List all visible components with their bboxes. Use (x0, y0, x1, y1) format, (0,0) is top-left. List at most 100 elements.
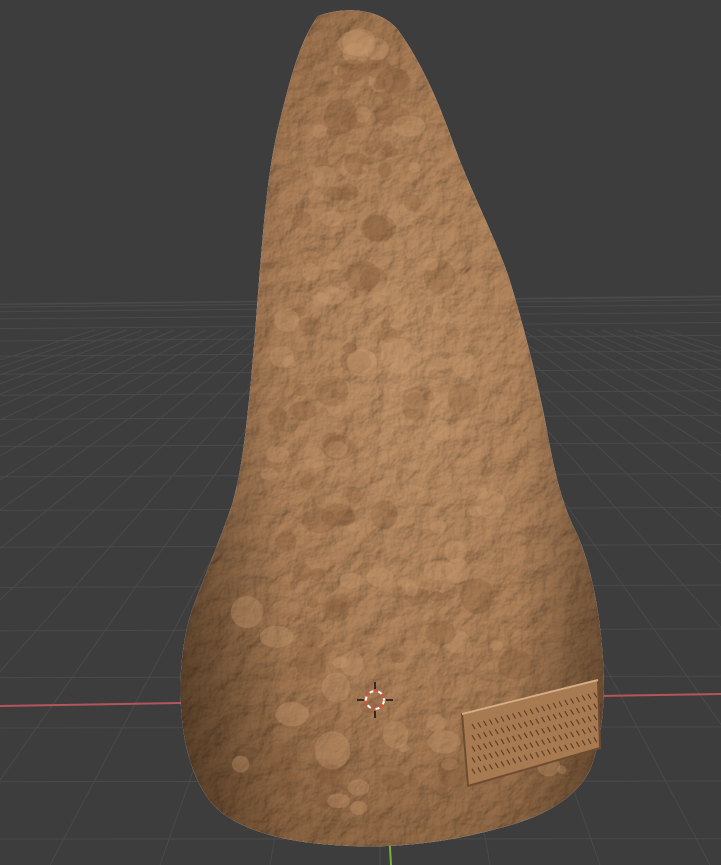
surface-bump (275, 702, 309, 727)
surface-bump (326, 261, 341, 271)
surface-bump (380, 146, 399, 158)
surface-bump (363, 147, 375, 155)
surface-bump (312, 124, 327, 139)
surface-bump (370, 500, 398, 530)
surface-bump (299, 626, 325, 648)
surface-bump (415, 449, 426, 456)
surface-bump (320, 503, 355, 528)
surface-bump (300, 474, 316, 490)
surface-bump (446, 328, 461, 338)
surface-bump (408, 162, 421, 173)
surface-bump (345, 260, 381, 292)
surface-bump (405, 251, 415, 259)
surface-bump (314, 83, 330, 98)
surface-bump (295, 645, 327, 678)
surface-bump (452, 352, 477, 378)
surface-bump (435, 787, 447, 796)
surface-bump (403, 193, 421, 212)
grid-line (0, 329, 206, 437)
grid-line (0, 329, 191, 421)
grid-line (0, 329, 175, 407)
grid-line (0, 329, 111, 368)
surface-bump (342, 342, 358, 354)
surface-bump (347, 779, 370, 796)
surface-bump (407, 777, 419, 788)
surface-bump (377, 162, 392, 178)
surface-bump (366, 567, 394, 588)
surface-bump (298, 317, 322, 332)
surface-bump (425, 620, 457, 646)
surface-bump (397, 743, 410, 753)
surface-bump (431, 308, 451, 325)
surface-bump (344, 152, 370, 176)
surface-bump (345, 486, 362, 504)
grid-line (617, 329, 721, 370)
surface-bump (230, 596, 263, 629)
grid-line (664, 329, 721, 349)
surface-bump (292, 562, 312, 582)
surface-bump (274, 308, 299, 332)
surface-bump (427, 730, 461, 754)
surface-bump (490, 640, 503, 651)
surface-bump (302, 262, 319, 281)
surface-bump (440, 351, 450, 359)
surface-bump (430, 520, 447, 534)
surface-bump (314, 375, 349, 407)
3d-viewport[interactable] (0, 0, 721, 865)
surface-bump (391, 357, 404, 369)
surface-bump (390, 650, 407, 664)
surface-bump (336, 59, 367, 83)
surface-bump (303, 447, 325, 469)
surface-bump (429, 591, 444, 602)
surface-bump (231, 755, 250, 773)
surface-bump (319, 764, 345, 786)
surface-bump (314, 731, 351, 770)
surface-bump (259, 625, 294, 648)
surface-bump (380, 319, 391, 330)
surface-bump (330, 287, 340, 295)
surface-bump (264, 742, 297, 777)
surface-bump (339, 187, 352, 199)
surface-bump (260, 468, 278, 480)
grid-line (585, 329, 721, 390)
surface-bump (381, 770, 408, 789)
surface-bump (332, 656, 349, 669)
surface-bump (324, 98, 358, 135)
surface-bump (325, 441, 348, 458)
surface-bump (360, 214, 396, 242)
surface-bump (372, 90, 393, 111)
surface-bump (361, 164, 371, 172)
surface-bump (292, 383, 308, 397)
surface-bump (327, 793, 350, 809)
surface-bump (423, 257, 439, 271)
surface-bump (275, 531, 297, 551)
surface-bump (364, 37, 389, 61)
surface-bump (265, 446, 290, 463)
surface-bump (310, 567, 325, 582)
surface-bump (267, 407, 288, 428)
surface-bump (364, 58, 392, 79)
surface-bump (447, 382, 480, 413)
stone-monument-mesh[interactable] (180, 10, 604, 847)
surface-bump (437, 756, 467, 788)
surface-bump (349, 290, 360, 299)
surface-bump (401, 392, 430, 421)
grid-line (0, 329, 159, 395)
surface-bump (373, 76, 387, 91)
surface-bump (426, 714, 446, 732)
surface-bump (405, 582, 419, 597)
surface-bump (497, 649, 533, 680)
surface-bump (424, 304, 434, 315)
surface-bump (429, 419, 451, 441)
surface-bump (475, 487, 488, 499)
surface-bump (378, 440, 390, 449)
surface-bump (269, 346, 295, 368)
surface-bump (308, 191, 324, 204)
surface-bump (391, 115, 426, 137)
surface-bump (292, 400, 317, 421)
viewport-scene[interactable] (0, 0, 721, 865)
surface-bump (292, 211, 313, 229)
surface-bump (460, 578, 495, 615)
surface-bump (339, 572, 363, 589)
grid-line (0, 329, 127, 376)
